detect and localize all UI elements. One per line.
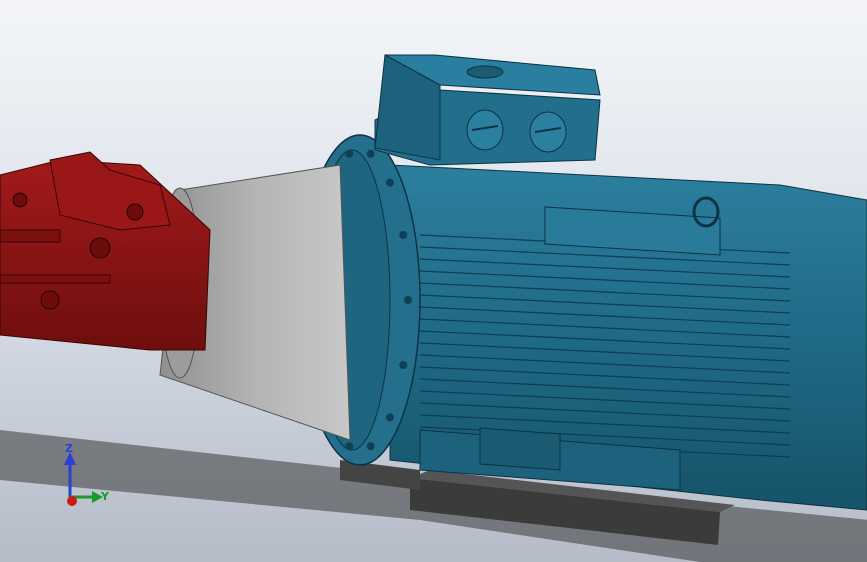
flange-bolt — [366, 442, 375, 451]
flange-bolt — [399, 361, 408, 370]
z-axis-label: Z — [65, 442, 73, 455]
flange-bolt — [345, 149, 354, 158]
y-axis-label: Y — [100, 490, 110, 503]
flange-bolt — [345, 442, 354, 451]
flange-bolt — [404, 296, 412, 304]
x-axis-marker — [67, 496, 77, 506]
flange-bolt — [385, 413, 394, 422]
3d-viewport[interactable]: Z Y — [0, 0, 867, 562]
model-scene[interactable]: Z Y — [0, 0, 867, 562]
electric-motor — [299, 134, 867, 511]
hydraulic-pump — [0, 151, 211, 351]
flange-bolt — [399, 230, 408, 239]
flange-bolt — [366, 149, 375, 158]
motor-terminal-box — [374, 54, 601, 166]
flange-bolt — [385, 178, 394, 187]
